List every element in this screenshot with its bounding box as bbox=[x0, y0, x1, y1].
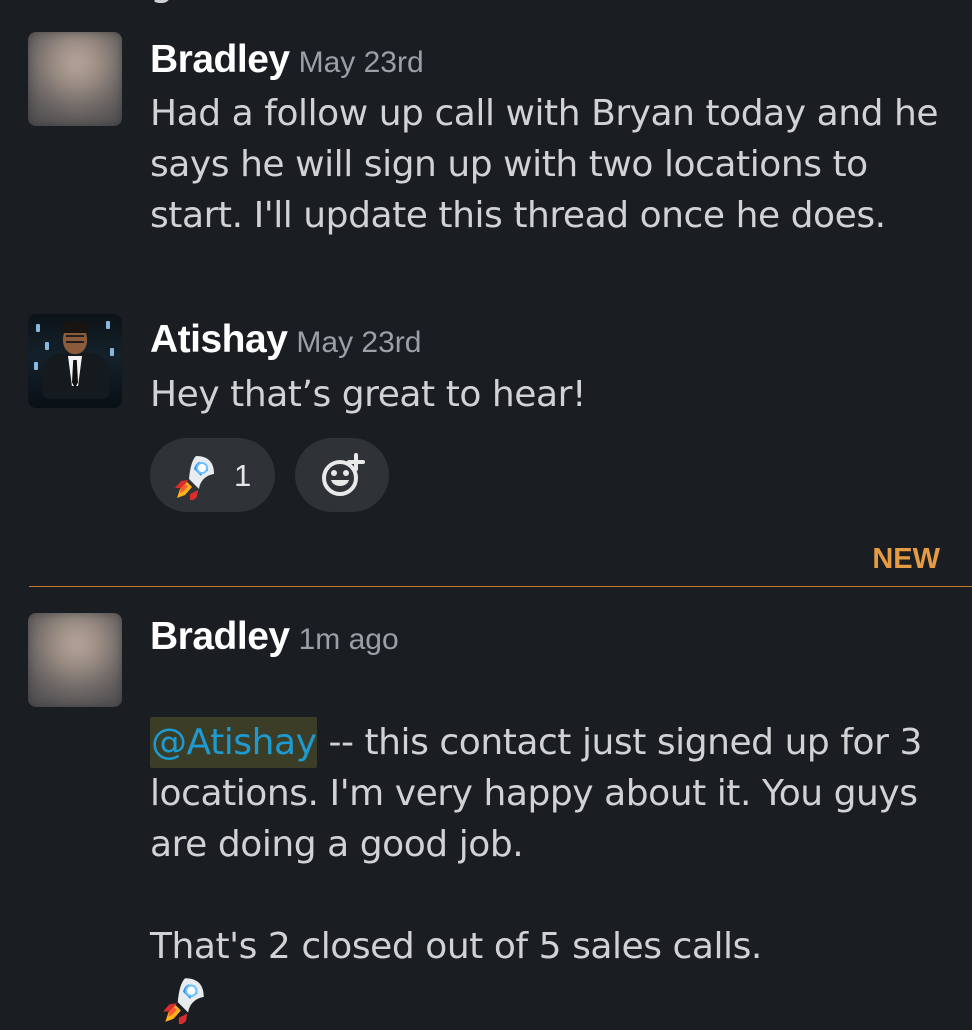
user-avatar-bradley[interactable] bbox=[28, 32, 122, 126]
rocket-reaction-button[interactable]: 1 bbox=[150, 438, 276, 512]
message-timestamp[interactable]: May 23rd bbox=[299, 39, 424, 87]
message-body: Hey that’s great to hear! bbox=[150, 374, 586, 415]
user-avatar-atishay[interactable] bbox=[28, 314, 122, 408]
author-name[interactable]: Bradley bbox=[150, 615, 290, 658]
message-item[interactable]: Bradley 1m ago @Atishay -- this contact j… bbox=[0, 613, 972, 1024]
rocket-icon bbox=[175, 456, 214, 500]
new-messages-divider bbox=[29, 586, 972, 587]
reaction-bar: 1 bbox=[150, 437, 390, 513]
message-text-part: That's 2 closed out of 5 sales calls. bbox=[150, 926, 762, 967]
blurred-profile-photo bbox=[28, 32, 122, 126]
message-body: @Atishay -- this contact just signed up … bbox=[150, 666, 940, 870]
message-item[interactable]: Atishay May 23rd Hey that’s great to hear… bbox=[0, 314, 972, 524]
reaction-count: 1 bbox=[234, 457, 252, 493]
message-timestamp[interactable]: May 23rd bbox=[296, 319, 421, 367]
rocket-icon bbox=[163, 978, 204, 1024]
message-timestamp[interactable]: 1m ago bbox=[299, 616, 399, 664]
message-meta: Bradley May 23rd bbox=[150, 36, 424, 87]
new-messages-label: NEW bbox=[872, 543, 940, 575]
blurred-profile-photo bbox=[28, 613, 122, 707]
user-mention[interactable]: @Atishay bbox=[150, 717, 318, 768]
message-second-paragraph: That's 2 closed out of 5 sales calls. bbox=[150, 870, 940, 1030]
author-name[interactable]: Bradley bbox=[150, 38, 290, 81]
user-avatar-bradley[interactable] bbox=[28, 613, 122, 707]
add-reaction-icon bbox=[322, 453, 366, 496]
author-name[interactable]: Atishay bbox=[150, 318, 288, 361]
add-reaction-button[interactable] bbox=[295, 438, 390, 512]
message-thread: g BradleyMay 23rd Had a follow up call w… bbox=[0, 0, 972, 1024]
message-meta: Atishay May 23rd bbox=[150, 316, 421, 367]
partial-previous-message: g bbox=[150, 0, 174, 8]
message-meta: Bradley 1m ago bbox=[150, 613, 399, 664]
profile-photo bbox=[28, 314, 122, 408]
message-body: Had a follow up call with Bryan today an… bbox=[150, 93, 939, 236]
message-item[interactable]: Bradley May 23rd Had a follow up call wit… bbox=[0, 32, 972, 292]
